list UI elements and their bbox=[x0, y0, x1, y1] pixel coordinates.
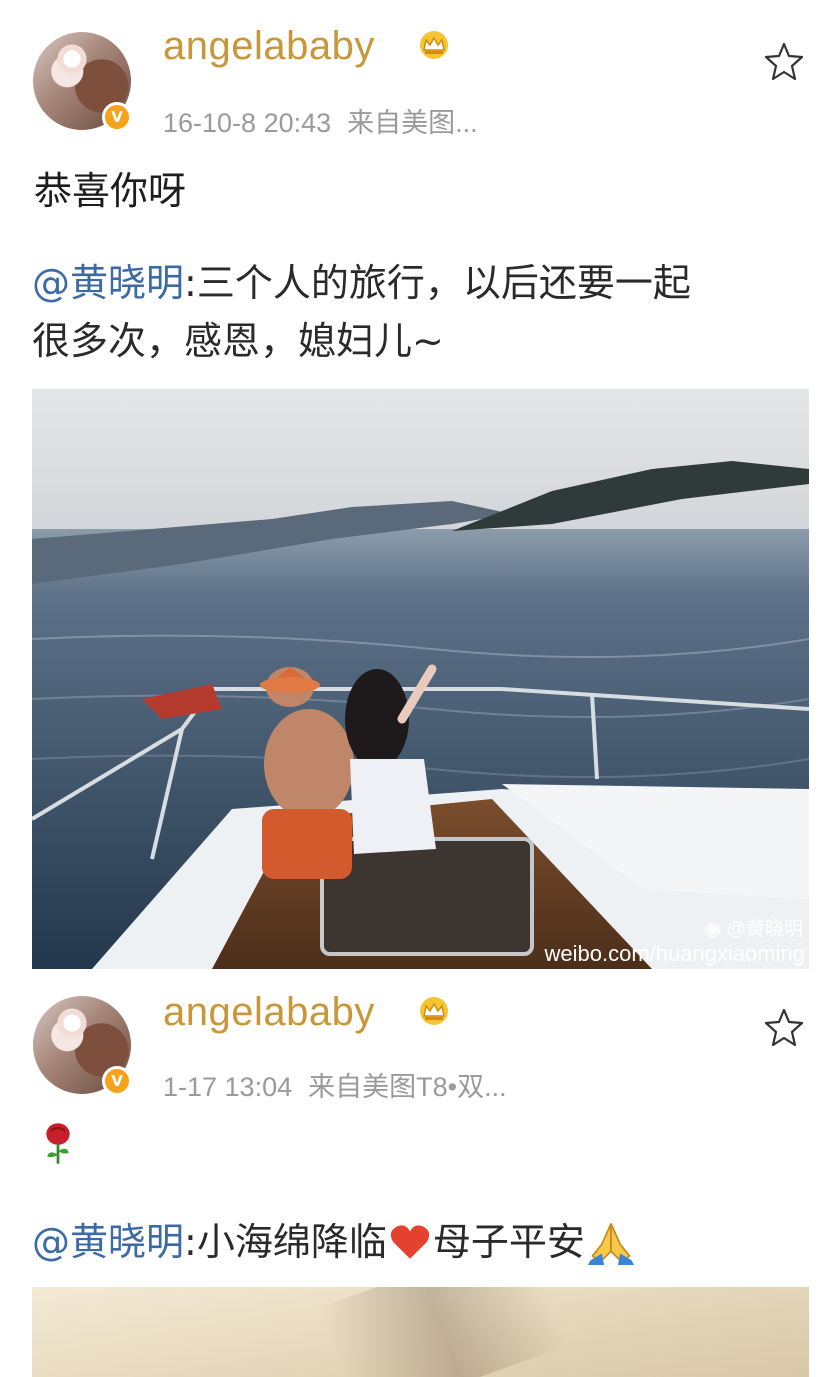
watermark-handle-text: @黄晓明 bbox=[726, 919, 803, 940]
star-outline-icon[interactable] bbox=[762, 1006, 806, 1050]
repost-line-1: :三个人的旅行，以后还要一起 bbox=[184, 261, 691, 305]
photo-shadow bbox=[318, 1287, 566, 1377]
crown-icon bbox=[420, 31, 448, 59]
mention-link[interactable]: @黄晓明 bbox=[32, 1213, 184, 1271]
post-source[interactable]: 来自美图... bbox=[347, 108, 478, 138]
repost-line-2: 很多次，感恩，媳妇儿~ bbox=[32, 319, 444, 363]
boat-scene-image bbox=[32, 389, 809, 969]
post-meta: 1-17 13:04 来自美图T8•双... bbox=[163, 1065, 523, 1104]
verified-badge-icon: V bbox=[102, 1066, 132, 1096]
post-photo[interactable]: ◉ @黄晓明 weibo.com/huangxiaoming bbox=[32, 389, 809, 969]
post-meta: 16-10-8 20:43 来自美图... bbox=[163, 101, 494, 140]
weibo-post-1: V angelababy 16-10-8 20:43 来自美图... 恭喜你呀 @… bbox=[0, 0, 832, 980]
repost-text-part-2: 母子平安 bbox=[432, 1220, 585, 1264]
timestamp: 16-10-8 20:43 bbox=[163, 108, 332, 138]
star-outline-icon[interactable] bbox=[762, 40, 806, 84]
mention-link[interactable]: @黄晓明 bbox=[32, 261, 184, 305]
timestamp: 1-17 13:04 bbox=[163, 1072, 293, 1102]
folded-hands-icon bbox=[587, 1223, 634, 1265]
repost-text: @黄晓明:小海绵降临 母子平安 bbox=[32, 1213, 812, 1271]
weibo-post-2: V angelababy 1-17 13:04 来自美图T8•双... @黄晓明:… bbox=[0, 980, 832, 1377]
post-photo-partial[interactable] bbox=[32, 1287, 809, 1377]
rose-icon bbox=[46, 1123, 70, 1164]
post-source[interactable]: 来自美图T8•双... bbox=[308, 1072, 506, 1102]
verified-badge-icon: V bbox=[102, 102, 132, 132]
watermark-handle: ◉ @黄晓明 bbox=[704, 914, 803, 941]
watermark-url: weibo.com/huangxiaoming bbox=[544, 941, 806, 966]
crown-icon bbox=[420, 997, 448, 1025]
weibo-logo-icon: ◉ bbox=[703, 918, 722, 940]
repost-text: @黄晓明:三个人的旅行，以后还要一起 很多次，感恩，媳妇儿~ bbox=[32, 254, 812, 370]
username[interactable]: angelababy bbox=[163, 24, 375, 69]
repost-text-part-1: :小海绵降临 bbox=[184, 1220, 387, 1264]
red-heart-icon bbox=[390, 1225, 429, 1259]
username[interactable]: angelababy bbox=[163, 990, 375, 1035]
post-text: 恭喜你呀 bbox=[34, 169, 187, 213]
